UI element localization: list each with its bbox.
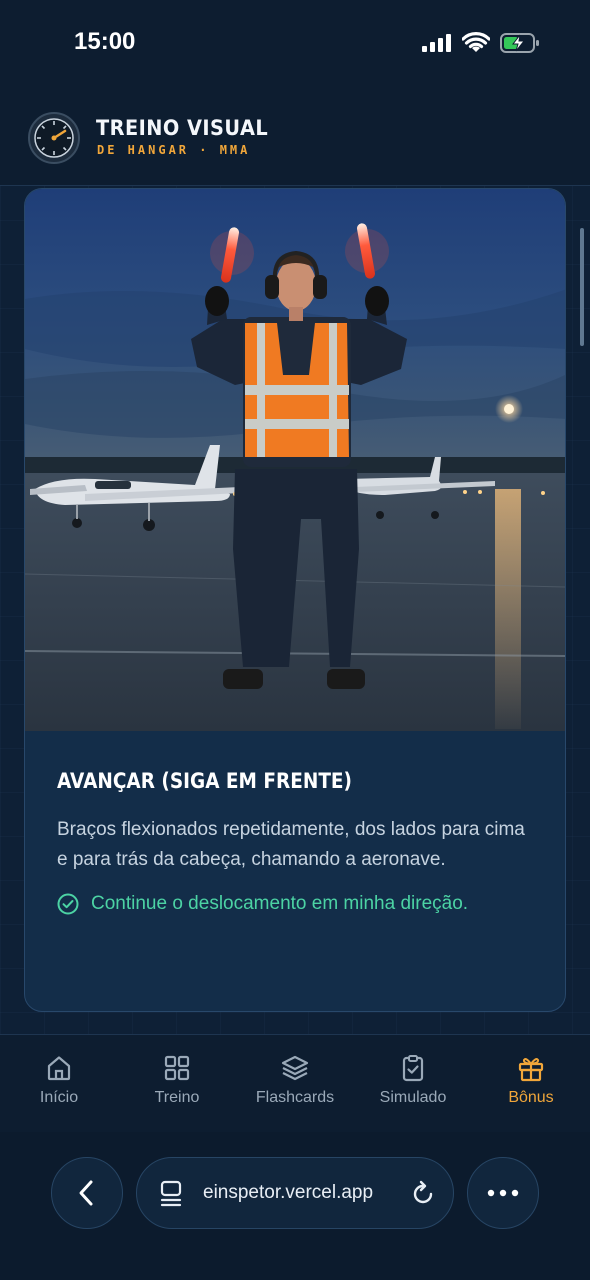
address-bar[interactable]: einspetor.vercel.app [136,1157,454,1229]
nav-item-bonus[interactable]: Bônus [472,1053,590,1107]
signal-meaning: Continue o deslocamento em minha direção… [57,889,535,919]
nav-item-inicio[interactable]: Início [0,1053,118,1107]
app-screen: 15:00 TREINO VISUAL DE HANGAR · MMA AVAN… [0,0,590,1280]
status-bar: 15:00 [0,0,590,90]
reload-icon[interactable] [409,1180,437,1208]
home-icon [47,1056,71,1081]
more-button[interactable] [467,1157,539,1229]
marshaller-photo [25,189,565,731]
nav-item-treino[interactable]: Treino [118,1053,236,1107]
clipboard-check-icon [402,1055,424,1082]
grid-icon [164,1055,190,1081]
signal-description: Braços flexionados repetidamente, dos la… [57,819,525,870]
wifi-icon [462,32,490,52]
status-time: 15:00 [74,28,136,55]
brand-title: TREINO VISUAL [96,116,269,140]
check-circle-icon [57,893,79,915]
card-body: AVANÇAR (SIGA EM FRENTE) Braços flexiona… [25,731,565,1011]
signal-title: AVANÇAR (SIGA EM FRENTE) [57,769,353,793]
bottom-nav: Início Treino Flashcards Simulado Bônus [0,1034,590,1132]
gift-icon [518,1058,544,1082]
signal-card: AVANÇAR (SIGA EM FRENTE) Braços flexiona… [24,188,566,1012]
nav-label: Bônus [508,1089,554,1106]
signal-icon [422,34,451,52]
nav-label: Início [39,1089,79,1106]
gauge-logo[interactable] [28,112,80,164]
signal-meaning-text: Continue o deslocamento em minha direção… [91,893,469,914]
app-header: TREINO VISUAL DE HANGAR · MMA [0,90,590,186]
battery-charging-icon [500,33,539,53]
brand-subtitle: DE HANGAR · MMA [97,143,251,157]
nav-item-flashcards[interactable]: Flashcards [236,1053,354,1107]
scrollbar[interactable] [580,228,584,346]
nav-label: Flashcards [255,1089,335,1106]
browser-bar: einspetor.vercel.app [0,1132,590,1280]
nav-item-simulado[interactable]: Simulado [354,1053,472,1107]
nav-label: Simulado [379,1089,447,1106]
back-button[interactable] [51,1157,123,1229]
tabs-icon[interactable] [159,1180,185,1208]
chevron-left-icon [79,1180,93,1206]
layers-icon [281,1055,309,1081]
more-icon [487,1189,519,1197]
url-text: einspetor.vercel.app [203,1182,374,1203]
nav-label: Treino [154,1089,200,1106]
